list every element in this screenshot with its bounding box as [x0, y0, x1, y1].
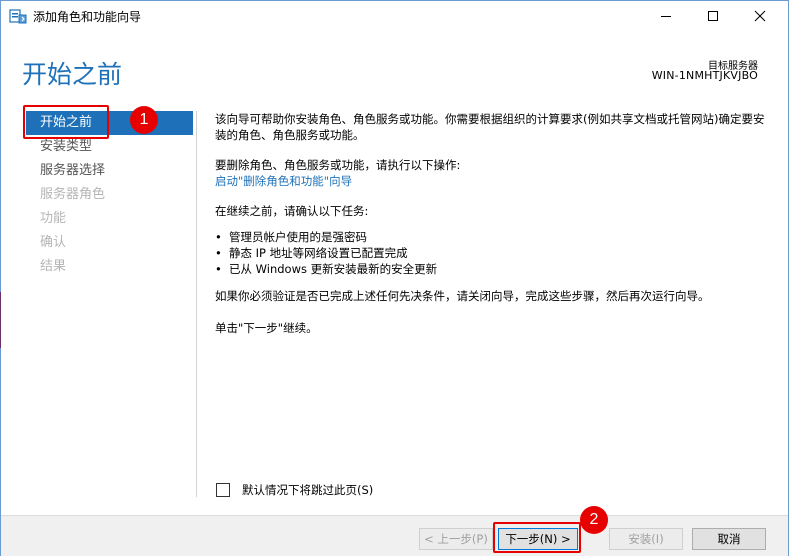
close-button[interactable]: [737, 1, 783, 31]
minimize-icon: [661, 16, 671, 17]
list-item: 静态 IP 地址等网络设置已配置完成: [215, 245, 770, 261]
maximize-icon: [708, 11, 718, 21]
highlight-box-nav: [23, 105, 109, 139]
step-badge-1: 1: [130, 106, 158, 134]
remove-roles-link[interactable]: 启动"删除角色和功能"向导: [215, 173, 770, 189]
content-pane: 该向导可帮助你安装角色、角色服务或功能。你需要根据组织的计算要求(例如共享文档或…: [215, 111, 770, 336]
destination-server-name: WIN-1NMHTJKVJBO: [651, 69, 758, 82]
nav-item-features: 功能: [40, 211, 67, 226]
maximize-button[interactable]: [690, 1, 736, 31]
window-title: 添加角色和功能向导: [33, 10, 142, 24]
nav-item-server-selection[interactable]: 服务器选择: [26, 159, 193, 183]
step-badge-2: 2: [580, 506, 608, 534]
nav-item-server-roles: 服务器角色: [40, 187, 106, 202]
confirm-intro-text: 在继续之前，请确认以下任务:: [215, 204, 369, 218]
nav-divider: [196, 111, 197, 497]
remove-intro-text: 要删除角色、角色服务或功能，请执行以下操作:: [215, 158, 461, 172]
page-title: 开始之前: [22, 60, 123, 89]
cancel-button[interactable]: 取消: [692, 528, 766, 550]
continue-text: 单击"下一步"继续。: [215, 321, 318, 335]
list-item: 管理员帐户使用的是强密码: [215, 229, 770, 245]
intro-text: 该向导可帮助你安装角色、角色服务或功能。你需要根据组织的计算要求(例如共享文档或…: [215, 112, 765, 142]
server-wizard-icon: [9, 8, 27, 24]
verify-text: 如果你必须验证是否已完成上述任何先决条件，请关闭向导，完成这些步骤，然后再次运行…: [215, 289, 710, 303]
install-button[interactable]: 安装(I): [609, 528, 683, 550]
highlight-box-next: [493, 522, 581, 553]
wizard-footer: < 上一步(P) 下一步(N) > 安装(I) 取消: [1, 515, 788, 556]
wizard-body: 开始之前 目标服务器 WIN-1NMHTJKVJBO 开始之前 安装类型 服务器…: [1, 31, 788, 515]
list-item: 已从 Windows 更新安装最新的安全更新: [215, 261, 770, 277]
nav-item-results: 结果: [40, 259, 67, 274]
task-list: 管理员帐户使用的是强密码 静态 IP 地址等网络设置已配置完成 已从 Windo…: [215, 229, 770, 277]
minimize-button[interactable]: [643, 1, 689, 31]
skip-page-label: 默认情况下将跳过此页(S): [242, 483, 374, 497]
close-icon: [754, 10, 766, 22]
nav-item-confirmation: 确认: [40, 235, 67, 250]
title-bar[interactable]: 添加角色和功能向导: [1, 1, 788, 31]
previous-button[interactable]: < 上一步(P): [419, 528, 493, 550]
skip-page-checkbox[interactable]: [216, 483, 230, 497]
skip-page-option[interactable]: 默认情况下将跳过此页(S): [216, 482, 373, 498]
